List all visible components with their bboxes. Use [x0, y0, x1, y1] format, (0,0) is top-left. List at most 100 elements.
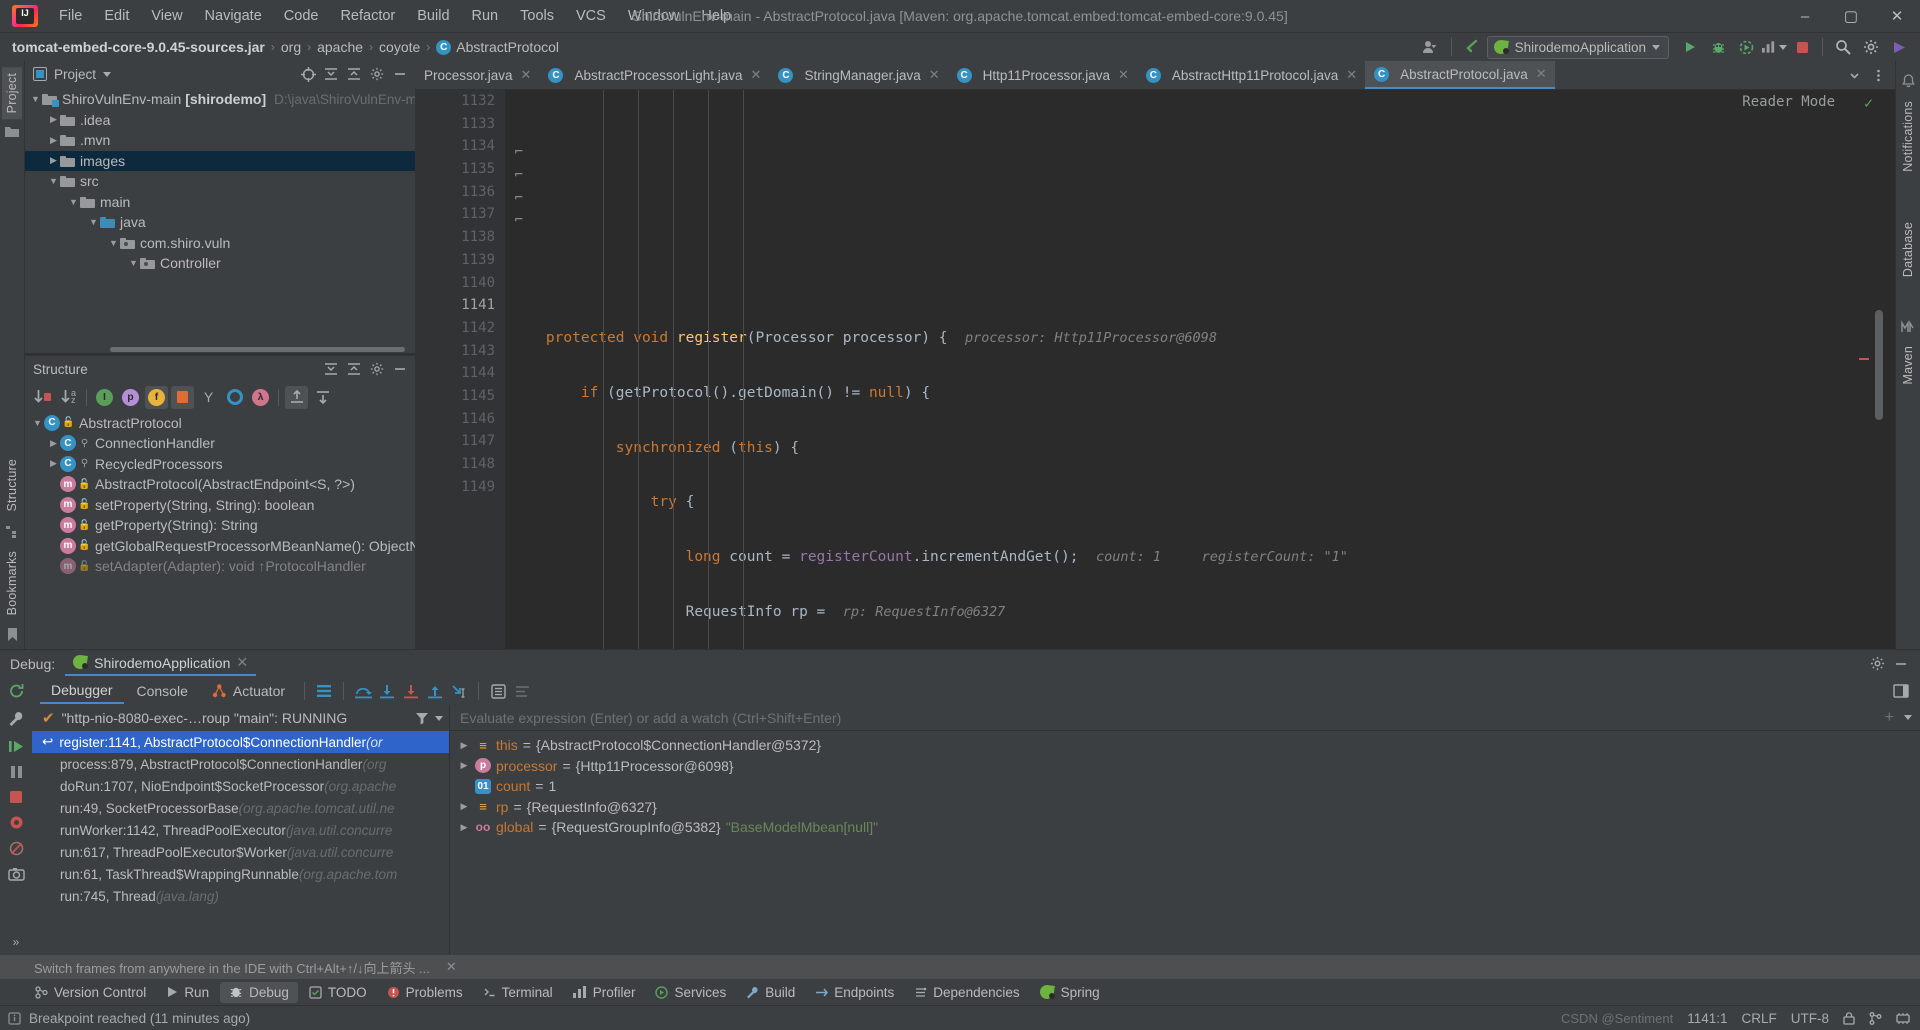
- bottom-tab-debug[interactable]: Debug: [220, 981, 298, 1003]
- menu-navigate[interactable]: Navigate: [194, 4, 273, 28]
- run-configuration-selector[interactable]: ShirodemoApplication: [1486, 35, 1669, 59]
- chevron-down-icon[interactable]: ▼: [107, 238, 120, 248]
- hide-panel-icon[interactable]: [389, 63, 411, 85]
- frame-row[interactable]: ↩ register:1141, AbstractProtocol$Connec…: [32, 731, 449, 753]
- editor-gutter[interactable]: 1132 1133 1134 ⌐ 1135 ⌐ 1136 ⌐ 1137 ⌐ 1138 1…: [415, 90, 523, 649]
- bottom-tab-version-control[interactable]: Version Control: [26, 982, 155, 1003]
- step-into-icon[interactable]: [376, 680, 398, 702]
- stop-icon[interactable]: [1789, 35, 1815, 59]
- chevron-down-icon[interactable]: [435, 715, 443, 721]
- inspection-status-icon[interactable]: ✓: [1864, 94, 1873, 112]
- menu-refactor[interactable]: Refactor: [329, 4, 406, 28]
- structure-row[interactable]: ▶ C ⚲ RecycledProcessors: [25, 453, 415, 474]
- tree-row[interactable]: ▶ .mvn: [25, 130, 415, 151]
- frame-row[interactable]: process:879, AbstractProtocol$Connection…: [32, 753, 449, 775]
- breadcrumb-apache[interactable]: apache: [317, 39, 363, 55]
- project-panel-title-group[interactable]: Project: [33, 67, 112, 82]
- expand-all-icon[interactable]: [343, 358, 365, 380]
- bottom-tab-dependencies[interactable]: Dependencies: [905, 982, 1028, 1003]
- bottom-tab-terminal[interactable]: Terminal: [474, 982, 562, 1003]
- chevron-down-icon[interactable]: ▼: [127, 258, 140, 268]
- evaluate-expression-field[interactable]: Evaluate expression (Enter) or add a wat…: [450, 705, 1920, 731]
- chevron-right-icon[interactable]: ▶: [47, 155, 60, 166]
- settings-list-icon[interactable]: [511, 680, 533, 702]
- camera-icon[interactable]: [7, 867, 25, 881]
- gear-icon[interactable]: [366, 63, 388, 85]
- gear-icon[interactable]: [366, 358, 388, 380]
- chevron-down-icon[interactable]: [103, 71, 112, 77]
- chevron-down-icon[interactable]: [1904, 715, 1912, 720]
- tree-row[interactable]: ▼ main: [25, 192, 415, 213]
- close-icon[interactable]: ✕: [521, 67, 532, 83]
- variable-row[interactable]: ▶ oo global = {RequestGroupInfo@5382} "B…: [450, 817, 1920, 838]
- stripe-button-notifications[interactable]: Notifications: [1898, 95, 1918, 178]
- run-to-cursor-icon[interactable]: [448, 680, 470, 702]
- code-line[interactable]: protected void register(Processor proces…: [505, 327, 1895, 350]
- close-icon[interactable]: ✕: [446, 959, 457, 975]
- close-icon[interactable]: ✕: [751, 67, 762, 83]
- show-inherited-icon[interactable]: I: [93, 386, 116, 409]
- chevron-right-icon[interactable]: ▶: [458, 801, 470, 812]
- hide-panel-icon[interactable]: [1890, 653, 1912, 675]
- gear-icon[interactable]: [1866, 653, 1888, 675]
- menu-file[interactable]: File: [48, 4, 93, 28]
- tree-row[interactable]: ▶ images: [25, 150, 415, 171]
- variable-row[interactable]: 01 count = 1: [450, 776, 1920, 797]
- pause-program-icon[interactable]: [9, 765, 24, 779]
- close-icon[interactable]: ✕: [1346, 67, 1357, 83]
- lock-icon[interactable]: [1843, 1011, 1855, 1025]
- bottom-tab-endpoints[interactable]: Endpoints: [806, 982, 903, 1003]
- show-fields-icon[interactable]: f: [145, 385, 168, 409]
- structure-row[interactable]: m 🔓 setProperty(String, String): boolean: [25, 494, 415, 515]
- frame-row[interactable]: run:745, Thread (java.lang): [32, 885, 449, 907]
- view-breakpoints-icon[interactable]: [9, 815, 24, 830]
- stripe-button-bookmarks[interactable]: Bookmarks: [2, 545, 22, 621]
- debug-session-tab[interactable]: ShirodemoApplication ✕: [65, 651, 257, 676]
- layout-settings-icon[interactable]: [313, 680, 335, 702]
- structure-row[interactable]: m 🔓 setAdapter(Adapter): void ↑ProtocolH…: [25, 556, 415, 577]
- chevron-right-icon[interactable]: ▶: [458, 740, 470, 751]
- variables-list[interactable]: ▶ ≡ this = {AbstractProtocol$ConnectionH…: [450, 731, 1920, 955]
- frame-row[interactable]: run:49, SocketProcessorBase (org.apache.…: [32, 797, 449, 819]
- close-icon[interactable]: ✕: [929, 67, 940, 83]
- chevron-down-icon[interactable]: ▼: [67, 197, 80, 207]
- chevron-right-icon[interactable]: ▶: [47, 135, 60, 146]
- editor-tab-abstracthttp11protocol[interactable]: C AbstractHttp11Protocol.java ✕: [1137, 61, 1365, 89]
- force-step-into-icon[interactable]: [400, 680, 422, 702]
- code-line[interactable]: [505, 273, 1895, 296]
- code-line[interactable]: if (getProtocol().getDomain() != null) {: [505, 382, 1895, 405]
- close-icon[interactable]: ✕: [1536, 66, 1547, 82]
- collapse-all-icon[interactable]: [320, 63, 342, 85]
- chevron-down-icon[interactable]: ▼: [31, 418, 44, 428]
- filter-icon[interactable]: [415, 712, 429, 725]
- chevron-right-icon[interactable]: ▶: [458, 822, 470, 833]
- frame-row[interactable]: doRun:1707, NioEndpoint$SocketProcessor …: [32, 775, 449, 797]
- variable-row[interactable]: ▶ ≡ rp = {RequestInfo@6327}: [450, 797, 1920, 818]
- editor-tab-abstractprotocol[interactable]: C AbstractProtocol.java ✕: [1365, 61, 1555, 89]
- expand-all-icon[interactable]: [343, 63, 365, 85]
- thread-selector[interactable]: ✔ "http-nio-8080-exec-…roup "main": RUNN…: [32, 705, 449, 731]
- step-over-icon[interactable]: [352, 680, 374, 702]
- close-icon[interactable]: ✕: [1118, 67, 1129, 83]
- mute-breakpoints-icon[interactable]: [9, 841, 24, 856]
- menu-edit[interactable]: Edit: [93, 4, 140, 28]
- chevron-down-icon[interactable]: ▼: [29, 94, 42, 104]
- project-tree-hscrollbar[interactable]: [25, 346, 415, 354]
- close-button[interactable]: ✕: [1874, 0, 1920, 33]
- stripe-button-maven[interactable]: Maven: [1898, 340, 1918, 391]
- frame-row[interactable]: run:617, ThreadPoolExecutor$Worker (java…: [32, 841, 449, 863]
- show-properties-icon[interactable]: p: [119, 386, 142, 409]
- menu-build[interactable]: Build: [406, 4, 460, 28]
- chevron-right-icon[interactable]: ▶: [47, 438, 60, 449]
- show-interfaces-icon[interactable]: Y: [197, 386, 220, 409]
- maximize-button[interactable]: ▢: [1828, 0, 1874, 33]
- stop-icon[interactable]: [9, 790, 23, 804]
- variable-row[interactable]: ▶ ≡ this = {AbstractProtocol$ConnectionH…: [450, 735, 1920, 756]
- breadcrumb-org[interactable]: org: [281, 39, 301, 55]
- search-icon[interactable]: [1830, 35, 1856, 59]
- sort-by-visibility-icon[interactable]: [31, 386, 54, 409]
- collapse-all-icon[interactable]: [311, 386, 334, 409]
- code-line[interactable]: [505, 218, 1895, 241]
- structure-row[interactable]: m 🔓 getGlobalRequestProcessorMBeanName()…: [25, 535, 415, 556]
- code-line[interactable]: try {: [505, 491, 1895, 514]
